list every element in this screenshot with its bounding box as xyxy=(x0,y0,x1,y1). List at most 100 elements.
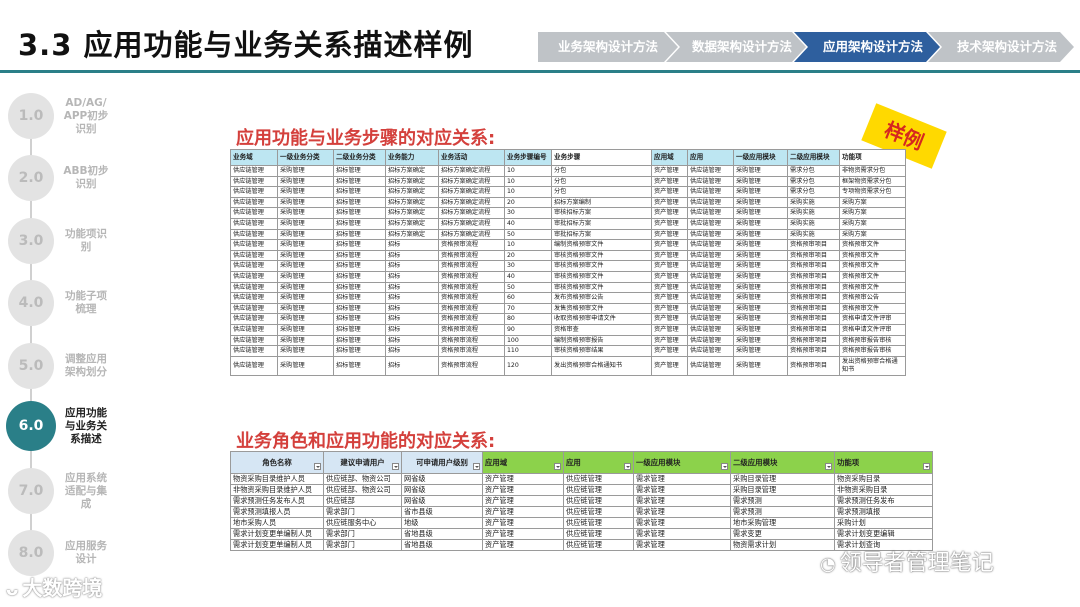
timeline-label-2: ABB初步 识别 xyxy=(63,165,109,190)
table-cell: 省地县级 xyxy=(401,539,483,551)
table-cell: 专项物资需求分包 xyxy=(839,186,906,198)
table-cell: 采购管理 xyxy=(277,239,334,251)
table-cell: 资格预审项目 xyxy=(787,302,840,315)
table-cell: 供应链管理 xyxy=(687,302,734,315)
table-cell: 需求预测填报 xyxy=(834,506,933,518)
filter-dropdown-icon[interactable] xyxy=(554,463,561,470)
filter-dropdown-icon[interactable] xyxy=(624,463,631,470)
table-cell: 50 xyxy=(504,228,552,241)
table-cell: 资产管理 xyxy=(651,239,688,251)
table-cell: 招标 xyxy=(385,281,439,294)
table-cell: 招标方案确定 xyxy=(385,207,439,219)
table-cell: 需求管理 xyxy=(633,495,731,507)
table-cell: 招标方案确定 xyxy=(385,228,439,241)
table-cell: 招标 xyxy=(385,334,439,347)
table-cell: 招标管理 xyxy=(333,292,386,304)
filter-dropdown-icon[interactable] xyxy=(314,463,321,470)
table-cell: 采购管理 xyxy=(733,207,788,219)
table-cell: 招标管理 xyxy=(333,196,386,209)
table-cell: 招标 xyxy=(385,302,439,315)
table-cell: 需求管理 xyxy=(633,539,731,551)
table-cell: 资产管理 xyxy=(651,313,688,325)
table-cell: 资格预审项目 xyxy=(787,345,840,357)
table-cell: 招标 xyxy=(385,260,439,272)
filter-dropdown-icon[interactable] xyxy=(721,463,728,470)
timeline-step-5[interactable]: 5.0 xyxy=(8,343,54,389)
table-row: 供应链管理 采购管理 招标管理 招标方案确定 招标方案确定流程 10 分包 资产管理 供应链管理… xyxy=(230,175,906,188)
table-row: 需求计划变更单编制人员 需求部门 省地县级 资产管理 供应链管理 需求管理 需求变更 需求计划… xyxy=(230,528,933,540)
table-cell: 招标 xyxy=(385,323,439,336)
t2-header: 一级应用模块 xyxy=(633,451,731,474)
table-cell: 资产管理 xyxy=(651,334,688,347)
table-cell: 需求变更 xyxy=(730,528,835,540)
table-cell: 需求预测填报人员 xyxy=(230,506,324,518)
table-cell: 招标管理 xyxy=(333,270,386,283)
nav-step-business[interactable]: 业务架构设计方法 xyxy=(538,32,678,62)
timeline-step-2[interactable]: 2.0 xyxy=(8,155,54,201)
table-cell: 资格预审文件 xyxy=(839,270,906,283)
table-cell: 供应链管理 xyxy=(563,517,634,529)
table-cell: 物资需求计划 xyxy=(730,539,835,551)
table-cell: 采购管理 xyxy=(733,186,788,198)
t1-header: 业务步骤 xyxy=(551,149,652,166)
table-cell: 资格预审文件 xyxy=(839,239,906,251)
timeline-step-8[interactable]: 8.0 xyxy=(8,530,54,576)
table-cell: 招标 xyxy=(385,313,439,325)
table-cell: 采购管理 xyxy=(733,239,788,251)
table-cell: 采购管理 xyxy=(733,355,788,376)
table-cell: 招标管理 xyxy=(333,249,386,262)
table-cell: 招标管理 xyxy=(333,302,386,315)
table-cell: 资格预审文件 xyxy=(839,249,906,262)
nav-step-data[interactable]: 数据架构设计方法 xyxy=(666,32,806,62)
filter-dropdown-icon[interactable] xyxy=(923,463,930,470)
table-cell: 招标管理 xyxy=(333,313,386,325)
nav-step-technology[interactable]: 技术架构设计方法 xyxy=(928,32,1074,62)
table-cell: 采购管理 xyxy=(733,334,788,347)
table-cell: 70 xyxy=(504,302,552,315)
role-function-table: 角色名称 建议申请用户 可申请用户级别 应用域 应用 一级应用模块 二级应用模块 功能项 物资… xyxy=(230,451,933,551)
brand-logo-icon: ᴗ xyxy=(6,579,19,600)
table-cell: 资产管理 xyxy=(651,345,688,357)
timeline-step-6[interactable]: 6.0 xyxy=(6,401,56,451)
nav-step-application[interactable]: 应用架构设计方法 xyxy=(794,32,940,62)
table-cell: 资格预审流程 xyxy=(438,323,505,336)
timeline-step-7[interactable]: 7.0 xyxy=(8,468,54,514)
table-cell: 招标管理 xyxy=(333,323,386,336)
t2-header-label: 二级应用模块 xyxy=(733,457,778,467)
t1-header: 应用域 xyxy=(651,149,688,166)
filter-dropdown-icon[interactable] xyxy=(473,463,480,470)
table-cell: 资产管理 xyxy=(651,196,688,209)
table-row: 供应链管理 采购管理 招标管理 招标 资格预审流程 100 编制资格预审报告 资产管理 供应链管… xyxy=(230,334,906,347)
table-cell: 采购管理 xyxy=(733,249,788,262)
filter-dropdown-icon[interactable] xyxy=(825,463,832,470)
table-cell: 资格预审流程 xyxy=(438,334,505,347)
table-cell: 需求部门 xyxy=(323,528,402,540)
table-cell: 10 xyxy=(504,239,552,251)
table-cell: 供应链管理 xyxy=(563,495,634,507)
table-cell: 采购实施 xyxy=(787,228,840,241)
table-cell: 采购管理 xyxy=(733,175,788,188)
timeline-label-1: AD/AG/APP初步 识别 xyxy=(63,96,109,135)
table-cell: 供应链管理 xyxy=(687,323,734,336)
table-cell: 招标方案确定流程 xyxy=(438,186,505,198)
t2-header-label: 角色名称 xyxy=(262,457,292,467)
filter-dropdown-icon[interactable] xyxy=(392,463,399,470)
table-cell: 招标方案编制 xyxy=(551,196,652,209)
table-cell: 90 xyxy=(504,323,552,336)
table-cell: 资格预审报告审核 xyxy=(839,334,906,347)
table-cell: 网省级 xyxy=(401,473,483,485)
table-cell: 招标管理 xyxy=(333,334,386,347)
table-row: 供应链管理 采购管理 招标管理 招标 资格预审流程 40 审核资格预审文件 资产管理 供应链管理… xyxy=(230,270,906,283)
t1-header: 二级应用模块 xyxy=(787,149,840,166)
timeline-step-4[interactable]: 4.0 xyxy=(8,280,54,326)
table-cell: 采购实施 xyxy=(787,217,840,230)
table-cell: 采购管理 xyxy=(277,345,334,357)
table-cell: 供应链管理 xyxy=(687,292,734,304)
timeline-step-1[interactable]: 1.0 xyxy=(8,93,54,139)
table-cell: 省地县级 xyxy=(401,528,483,540)
table-row: 供应链管理 采购管理 招标管理 招标方案确定 招标方案确定流程 30 审核招标方案 资产管理供… xyxy=(230,207,906,219)
table-cell: 资格预审流程 xyxy=(438,345,505,357)
table-cell: 供应链管理 xyxy=(687,355,734,376)
table-cell: 需求分包 xyxy=(787,165,840,177)
timeline-step-3[interactable]: 3.0 xyxy=(8,218,54,264)
